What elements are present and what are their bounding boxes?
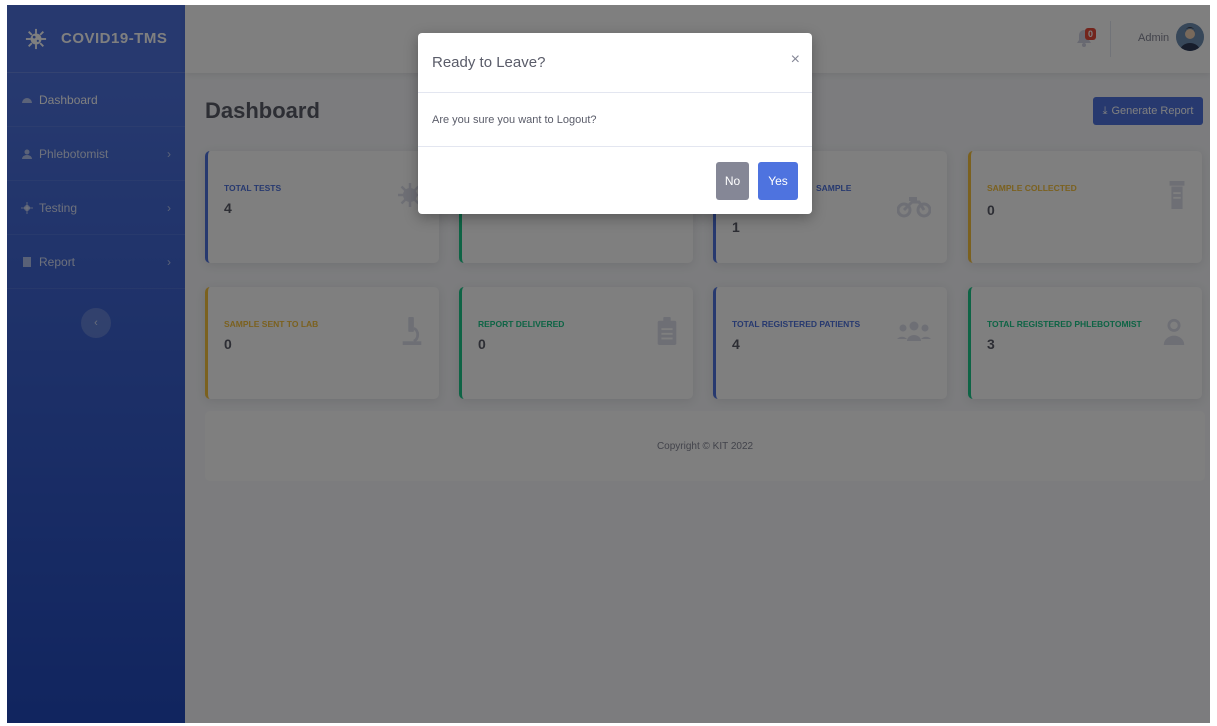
logout-modal: Ready to Leave? × Are you sure you want … bbox=[418, 33, 812, 214]
modal-header: Ready to Leave? × bbox=[418, 33, 812, 93]
modal-body: Are you sure you want to Logout? bbox=[418, 93, 812, 147]
close-icon[interactable]: × bbox=[791, 51, 800, 69]
modal-message: Are you sure you want to Logout? bbox=[432, 113, 597, 126]
app-window: COVID19-TMS Dashboard Phlebotomist › Tes… bbox=[7, 5, 1210, 723]
yes-button[interactable]: Yes bbox=[758, 162, 798, 200]
modal-title: Ready to Leave? bbox=[432, 54, 546, 71]
no-button[interactable]: No bbox=[716, 162, 749, 200]
modal-footer: No Yes bbox=[418, 147, 812, 214]
